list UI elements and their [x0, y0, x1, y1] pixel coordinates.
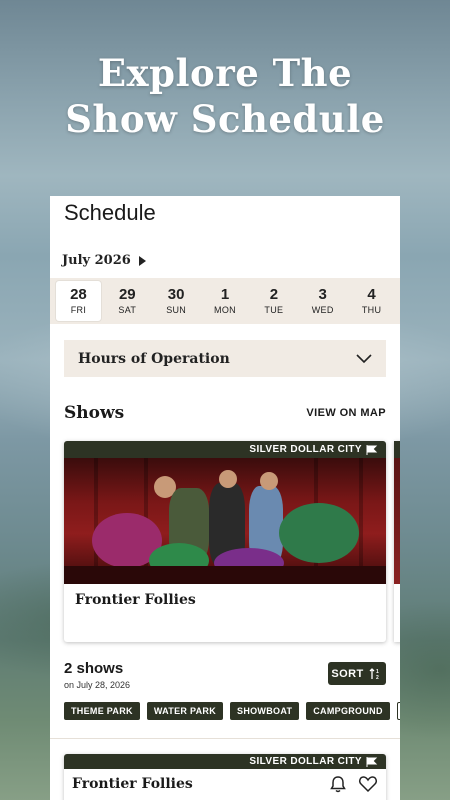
date-weekday: SAT [118, 305, 137, 315]
next-month-icon[interactable] [138, 255, 146, 266]
view-on-map-link[interactable]: VIEW ON MAP [306, 407, 386, 419]
schedule-panel: Schedule July 2026 28 FRI 29 SAT 30 SUN 1 MON 2 T… [50, 196, 400, 800]
show-count-date: on July 28, 2026 [64, 680, 131, 690]
date-weekday: WED [311, 305, 334, 315]
next-show-card-peek[interactable] [394, 441, 400, 642]
filter-chip[interactable]: THEME PARK [64, 702, 140, 720]
divider [50, 738, 400, 739]
date-cell[interactable]: 28 FRI [56, 281, 101, 321]
filter-chip[interactable]: SHOWBOAT [230, 702, 300, 720]
hero-line-2: Show Schedule [65, 97, 385, 141]
filter-chip[interactable]: WATER PARK [146, 702, 224, 720]
flag-icon [366, 756, 378, 767]
hero-heading: Explore The Show Schedule [0, 50, 450, 142]
hours-label: Hours of Operation [78, 350, 230, 367]
list-actions [328, 774, 378, 794]
svg-text:2: 2 [376, 675, 379, 680]
date-number: 2 [269, 286, 279, 303]
date-cell[interactable]: 2 TUE [251, 281, 296, 321]
date-cell[interactable]: 4 THU [349, 281, 394, 321]
date-cell[interactable]: 1 MON [203, 281, 248, 321]
date-cell[interactable]: 29 SAT [105, 281, 150, 321]
date-number: 29 [118, 286, 136, 303]
date-weekday: THU [361, 305, 382, 315]
date-cell[interactable]: 3 WED [300, 281, 345, 321]
heart-icon[interactable] [358, 774, 378, 794]
brand-bar: SILVER DOLLAR CITY [64, 754, 386, 769]
list-show-title: Frontier Follies [72, 776, 193, 792]
date-weekday: SUN [166, 305, 187, 315]
show-count: 2 shows [64, 660, 124, 677]
date-number: 4 [367, 286, 376, 303]
sort-button[interactable]: SORT 1 2 [328, 662, 386, 685]
date-weekday: TUE [264, 305, 284, 315]
chevron-down-icon [356, 353, 372, 363]
show-list-item[interactable]: SILVER DOLLAR CITY Frontier Follies [64, 754, 386, 800]
date-cell[interactable]: 30 SUN [154, 281, 199, 321]
show-photo [64, 458, 386, 584]
sort-label: SORT [331, 667, 364, 680]
date-weekday: FRI [70, 305, 87, 315]
bell-icon[interactable] [328, 774, 348, 794]
brand-label: SILVER DOLLAR CITY [249, 444, 362, 455]
hero-line-1: Explore The [97, 51, 353, 95]
shows-header: Shows VIEW ON MAP [64, 403, 386, 423]
date-strip: 28 FRI 29 SAT 30 SUN 1 MON 2 TUE 3 WED 4 THU [50, 278, 400, 324]
month-selector[interactable]: July 2026 [62, 253, 146, 268]
date-number: 30 [167, 286, 185, 303]
date-weekday: MON [214, 305, 236, 315]
filter-chip[interactable]: O [396, 702, 400, 720]
date-number: 1 [220, 286, 230, 303]
show-title: Frontier Follies [75, 592, 196, 608]
date-number: 28 [70, 286, 87, 303]
brand-label: SILVER DOLLAR CITY [249, 756, 362, 767]
filter-chip[interactable]: CAMPGROUND [306, 702, 390, 720]
month-label: July 2026 [62, 253, 131, 268]
sort-icon: 1 2 [369, 667, 379, 680]
filter-chips: THEME PARK WATER PARK SHOWBOAT CAMPGROUND O [64, 702, 400, 720]
shows-title: Shows [64, 403, 125, 423]
flag-icon [366, 444, 378, 455]
date-number: 3 [318, 286, 327, 303]
brand-bar: SILVER DOLLAR CITY [64, 441, 386, 458]
featured-show-card[interactable]: SILVER DOLLAR CITY Frontier Follies [64, 441, 386, 642]
hours-of-operation-dropdown[interactable]: Hours of Operation [64, 340, 386, 377]
schedule-title: Schedule [64, 200, 156, 225]
